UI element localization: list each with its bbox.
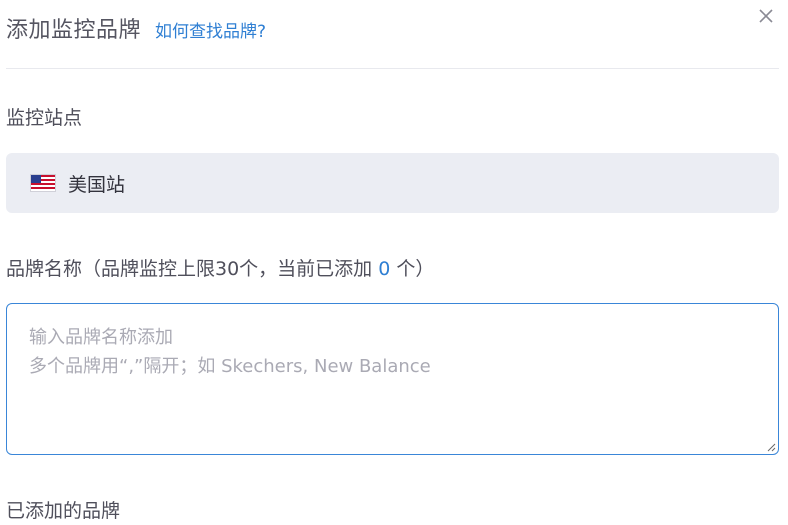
brand-label: 品牌名称（品牌监控上限30个，当前已添加 0 个） [6,254,434,281]
site-label: 监控站点 [6,107,83,129]
help-link[interactable]: 如何查找品牌? [155,17,266,42]
added-brands-label: 已添加的品牌 [6,500,121,522]
site-selector[interactable]: 美国站 [6,153,779,213]
dialog-header: 添加监控品牌 如何查找品牌? [6,12,266,44]
dialog-title: 添加监控品牌 [6,18,142,43]
brand-label-prefix: 品牌名称（品牌监控上限30个，当前已添加 [6,258,373,280]
brand-count: 0 [378,258,391,280]
resize-handle-icon[interactable] [766,442,776,452]
brand-label-suffix: 个） [396,258,435,280]
placeholder-line-2: 多个品牌用“,”隔开；如 Skechers, New Balance [29,356,431,377]
us-flag-icon [30,174,56,192]
placeholder-line-1: 输入品牌名称添加 [29,327,173,348]
site-name: 美国站 [68,173,126,196]
brand-input[interactable]: 输入品牌名称添加 多个品牌用“,”隔开；如 Skechers, New Bala… [6,303,779,455]
header-divider [6,68,779,69]
close-icon[interactable] [756,6,776,26]
